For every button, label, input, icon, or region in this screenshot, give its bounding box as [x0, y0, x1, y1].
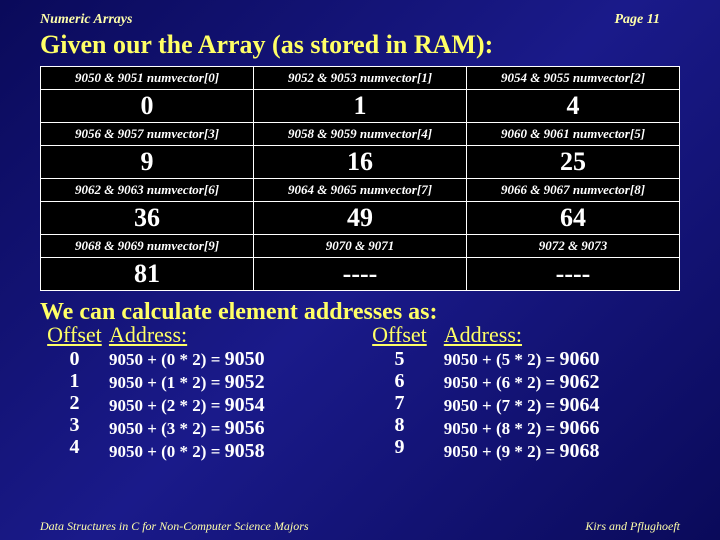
header-left: Numeric Arrays	[40, 12, 132, 28]
address-header: Address:	[109, 322, 355, 348]
mem-val: 36	[41, 202, 254, 235]
mem-val: 1	[254, 90, 467, 123]
mem-addr: 9066 & 9067 numvector[8]	[467, 179, 680, 202]
calc-line: 9050 + (7 * 2) = 9064	[444, 394, 690, 417]
mem-val: 0	[41, 90, 254, 123]
mem-val: 25	[467, 146, 680, 179]
mem-addr: 9050 & 9051 numvector[0]	[41, 67, 254, 90]
offset-num: 7	[355, 392, 444, 414]
mem-addr: 9070 & 9071	[254, 235, 467, 258]
mem-addr: 9056 & 9057 numvector[3]	[41, 123, 254, 146]
mem-addr: 9072 & 9073	[467, 235, 680, 258]
calc-line: 9050 + (0 * 2) = 9058	[109, 440, 355, 463]
mem-val: ----	[467, 258, 680, 291]
mem-addr: 9064 & 9065 numvector[7]	[254, 179, 467, 202]
mem-addr: 9060 & 9061 numvector[5]	[467, 123, 680, 146]
calc-line: 9050 + (3 * 2) = 9056	[109, 417, 355, 440]
offset-header: Offset	[355, 322, 444, 348]
page-title: Given our the Array (as stored in RAM):	[30, 30, 690, 60]
offset-num: 4	[40, 436, 109, 458]
offset-num: 6	[355, 370, 444, 392]
offset-num: 0	[40, 348, 109, 370]
mem-val: 16	[254, 146, 467, 179]
calc-line: 9050 + (0 * 2) = 9050	[109, 348, 355, 371]
offset-num: 3	[40, 414, 109, 436]
calc-line: 9050 + (2 * 2) = 9054	[109, 394, 355, 417]
mem-addr: 9052 & 9053 numvector[1]	[254, 67, 467, 90]
offset-num: 1	[40, 370, 109, 392]
header-right: Page 11	[615, 12, 661, 28]
mem-addr: 9054 & 9055 numvector[2]	[467, 67, 680, 90]
mem-val: 4	[467, 90, 680, 123]
memory-table: 9050 & 9051 numvector[0] 9052 & 9053 num…	[40, 66, 680, 291]
address-header: Address:	[444, 322, 690, 348]
calc-section: Offset 0 1 2 3 4 Address: 9050 + (0 * 2)…	[30, 322, 690, 463]
offset-header: Offset	[40, 322, 109, 348]
mem-val: 9	[41, 146, 254, 179]
mem-addr: 9058 & 9059 numvector[4]	[254, 123, 467, 146]
offset-num: 9	[355, 436, 444, 458]
offset-num: 8	[355, 414, 444, 436]
calc-line: 9050 + (5 * 2) = 9060	[444, 348, 690, 371]
mem-val: ----	[254, 258, 467, 291]
calc-line: 9050 + (1 * 2) = 9052	[109, 371, 355, 394]
footer-left: Data Structures in C for Non-Computer Sc…	[40, 519, 309, 534]
mem-addr: 9068 & 9069 numvector[9]	[41, 235, 254, 258]
footer-right: Kirs and Pflughoeft	[585, 519, 680, 534]
calc-line: 9050 + (6 * 2) = 9062	[444, 371, 690, 394]
offset-num: 5	[355, 348, 444, 370]
offset-num: 2	[40, 392, 109, 414]
calc-line: 9050 + (8 * 2) = 9066	[444, 417, 690, 440]
mem-val: 64	[467, 202, 680, 235]
mem-val: 49	[254, 202, 467, 235]
calc-line: 9050 + (9 * 2) = 9068	[444, 440, 690, 463]
mem-addr: 9062 & 9063 numvector[6]	[41, 179, 254, 202]
mem-val: 81	[41, 258, 254, 291]
